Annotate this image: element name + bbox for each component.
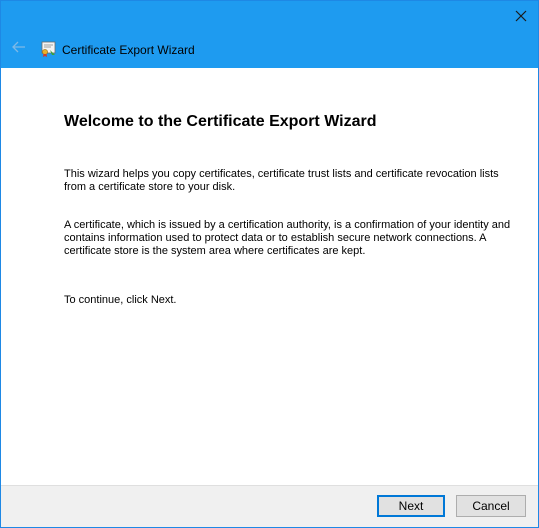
back-button[interactable] [9,40,29,58]
title-bar: Certificate Export Wizard [1,1,538,68]
certificate-description-paragraph: A certificate, which is issued by a cert… [64,219,511,257]
next-button[interactable]: Next [377,495,445,517]
close-button[interactable] [510,7,532,29]
page-heading: Welcome to the Certificate Export Wizard [64,113,377,130]
cancel-button[interactable]: Cancel [456,495,526,517]
wizard-content: Welcome to the Certificate Export Wizard… [1,68,538,485]
button-bar: Next Cancel [1,485,538,527]
intro-paragraph: This wizard helps you copy certificates,… [64,168,499,193]
continue-instruction: To continue, click Next. [64,294,177,306]
certificate-icon [39,40,57,58]
wizard-window: Certificate Export Wizard Welcome to the… [0,0,539,528]
back-arrow-icon [12,40,26,58]
close-icon [515,9,527,27]
window-title: Certificate Export Wizard [62,43,195,57]
